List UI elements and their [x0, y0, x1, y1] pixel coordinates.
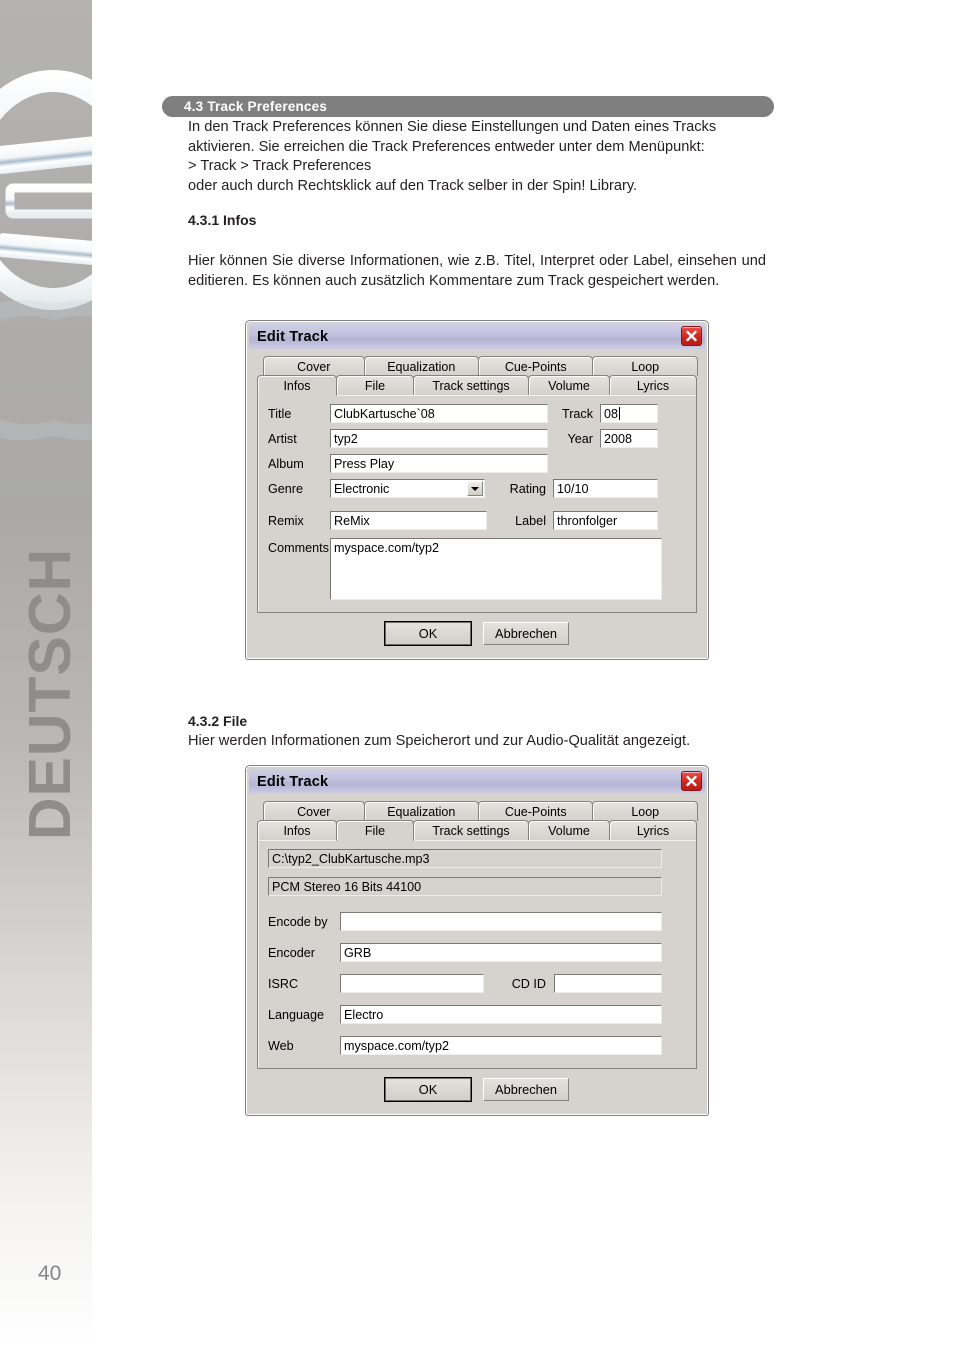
title-input[interactable]: ClubKartusche`08 — [330, 404, 548, 423]
web-input[interactable]: myspace.com/typ2 — [340, 1036, 662, 1055]
close-icon[interactable] — [681, 771, 702, 791]
comments-label: Comments — [268, 541, 329, 555]
file-path-field: C:\typ2_ClubKartusche.mp3 — [268, 849, 662, 868]
heading-4-3-2: 4.3.2 File — [188, 713, 248, 729]
isrc-input[interactable] — [340, 974, 484, 993]
tab-file[interactable]: File — [336, 375, 414, 395]
ok-button[interactable]: OK — [384, 1077, 472, 1102]
web-label: Web — [268, 1038, 294, 1053]
title-label: Title — [268, 406, 292, 421]
tab-track-settings[interactable]: Track settings — [413, 820, 529, 840]
infos-tab-panel: Title ClubKartusche`08 Track 08 Artist t… — [257, 394, 697, 613]
encode-by-label: Encode by — [268, 914, 328, 929]
track-value: 08 — [604, 406, 619, 421]
genre-label: Genre — [268, 481, 304, 496]
tab-loop[interactable]: Loop — [592, 801, 698, 821]
encode-by-input[interactable] — [340, 912, 662, 931]
edit-track-dialog-file: Edit Track Cover Equalization Cue-Points… — [245, 765, 709, 1116]
tabs-row-upper: Cover Equalization Cue-Points Loop — [257, 356, 698, 376]
ok-button[interactable]: OK — [384, 621, 472, 646]
language-label: Language — [268, 1007, 325, 1022]
cd-id-input[interactable] — [554, 974, 662, 993]
year-label: Year — [567, 431, 593, 446]
chevron-down-icon[interactable] — [467, 481, 483, 496]
section-bar-4-3: 4.3 Track Preferences — [162, 96, 774, 117]
tab-equalization[interactable]: Equalization — [363, 801, 479, 821]
audio-format-field: PCM Stereo 16 Bits 44100 — [268, 877, 662, 896]
encoder-label: Encoder — [268, 945, 315, 960]
tabs-row-upper: Cover Equalization Cue-Points Loop — [257, 801, 698, 821]
dialog-titlebar[interactable]: Edit Track — [249, 324, 705, 349]
close-icon[interactable] — [681, 326, 702, 346]
label-input[interactable]: thronfolger — [553, 511, 658, 530]
tab-infos[interactable]: Infos — [257, 375, 337, 396]
tab-cue-points[interactable]: Cue-Points — [478, 801, 594, 821]
edit-track-dialog-infos: Edit Track Cover Equalization Cue-Points… — [245, 320, 709, 660]
comments-textarea[interactable]: myspace.com/typ2 — [330, 538, 662, 600]
heading-4-3-1: 4.3.1 Infos — [188, 212, 257, 228]
artist-input[interactable]: typ2 — [330, 429, 548, 448]
dialog-title: Edit Track — [257, 773, 329, 790]
tabs-row-lower: Infos File Track settings Volume Lyrics — [257, 820, 697, 841]
section-4-3-paragraph: In den Track Preferences können Sie dies… — [188, 119, 717, 194]
tab-infos[interactable]: Infos — [257, 820, 337, 840]
year-input[interactable]: 2008 — [600, 429, 658, 448]
album-input[interactable]: Press Play — [330, 454, 548, 473]
tab-cue-points[interactable]: Cue-Points — [478, 356, 594, 376]
cancel-button[interactable]: Abbrechen — [483, 1078, 569, 1101]
label-label: Label — [515, 513, 546, 528]
dialog-title: Edit Track — [257, 328, 329, 345]
tab-volume[interactable]: Volume — [528, 820, 610, 840]
rating-label: Rating — [509, 481, 546, 496]
isrc-label: ISRC — [268, 976, 299, 991]
file-tab-panel: C:\typ2_ClubKartusche.mp3 PCM Stereo 16 … — [257, 839, 697, 1069]
genre-select[interactable]: Electronic — [330, 479, 485, 498]
dialog-buttons: OK Abbrechen — [257, 1069, 697, 1106]
dialog-titlebar[interactable]: Edit Track — [249, 769, 705, 794]
tab-lyrics[interactable]: Lyrics — [609, 820, 697, 840]
tab-volume[interactable]: Volume — [528, 375, 610, 395]
text-caret — [619, 407, 621, 420]
tab-lyrics[interactable]: Lyrics — [609, 375, 697, 395]
track-input[interactable]: 08 — [600, 404, 658, 423]
tab-cover[interactable]: Cover — [263, 356, 365, 376]
track-label: Track — [561, 406, 593, 421]
remix-input[interactable]: ReMix — [330, 511, 487, 530]
tab-loop[interactable]: Loop — [592, 356, 698, 376]
section-4-3-1-paragraph: Hier können Sie diverse Informationen, w… — [188, 253, 766, 289]
tab-track-settings[interactable]: Track settings — [413, 375, 529, 395]
page-content: 4.3 Track Preferences In den Track Prefe… — [0, 0, 954, 1350]
language-input[interactable]: Electro — [340, 1005, 662, 1024]
cancel-button[interactable]: Abbrechen — [483, 622, 569, 645]
encoder-input[interactable]: GRB — [340, 943, 662, 962]
cd-id-label: CD ID — [511, 976, 546, 991]
tab-cover[interactable]: Cover — [263, 801, 365, 821]
album-label: Album — [268, 456, 304, 471]
genre-value: Electronic — [334, 481, 390, 496]
artist-label: Artist — [268, 431, 297, 446]
tab-file[interactable]: File — [336, 820, 414, 841]
dialog-buttons: OK Abbrechen — [257, 613, 697, 650]
tab-equalization[interactable]: Equalization — [363, 356, 479, 376]
section-4-3-2-paragraph: Hier werden Informationen zum Speicheror… — [188, 733, 691, 749]
tabs-row-lower: Infos File Track settings Volume Lyrics — [257, 375, 697, 396]
remix-label: Remix — [268, 513, 304, 528]
rating-input[interactable]: 10/10 — [553, 479, 658, 498]
